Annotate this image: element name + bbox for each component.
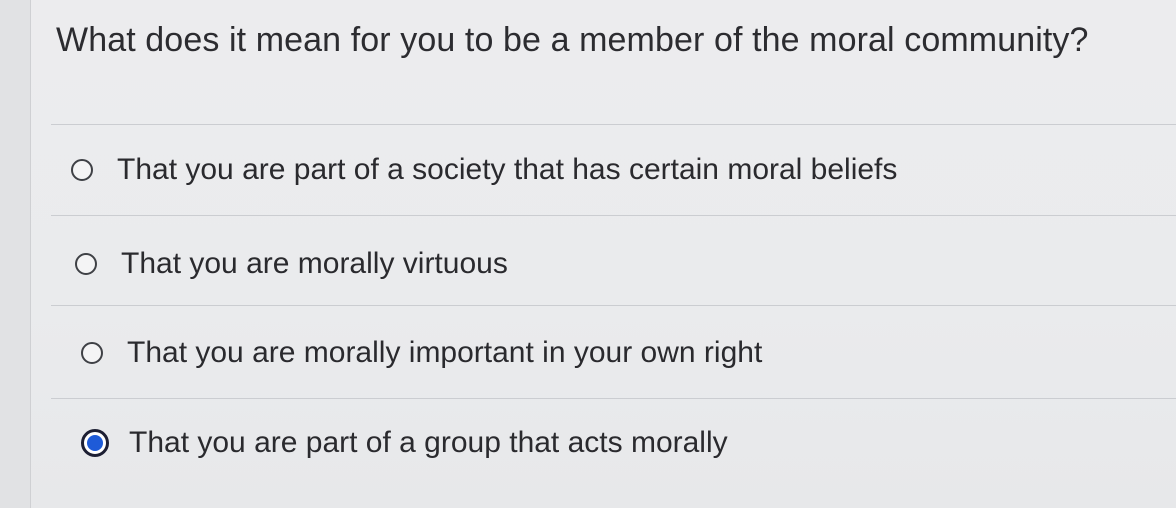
radio-button-icon[interactable] [81, 342, 103, 364]
divider [51, 398, 1176, 399]
divider [51, 124, 1176, 125]
radio-button-icon[interactable] [75, 253, 97, 275]
answer-label: That you are part of a society that has … [117, 153, 898, 186]
radio-button-selected-icon[interactable] [81, 429, 109, 457]
divider [51, 215, 1176, 216]
answer-option-1[interactable]: That you are part of a society that has … [71, 148, 897, 192]
answer-label: That you are morally important in your o… [127, 336, 763, 369]
question-text: What does it mean for you to be a member… [56, 21, 1089, 59]
answer-label: That you are morally virtuous [121, 247, 508, 280]
answer-option-4-selected[interactable]: That you are part of a group that acts m… [81, 421, 728, 465]
radio-dot-icon [87, 435, 103, 451]
answer-option-3[interactable]: That you are morally important in your o… [81, 331, 762, 375]
radio-button-icon[interactable] [71, 159, 93, 181]
divider [51, 305, 1176, 306]
answer-label: That you are part of a group that acts m… [129, 426, 728, 459]
answer-option-2[interactable]: That you are morally virtuous [75, 242, 508, 286]
question-panel: What does it mean for you to be a member… [31, 0, 1176, 508]
left-margin [0, 0, 31, 508]
